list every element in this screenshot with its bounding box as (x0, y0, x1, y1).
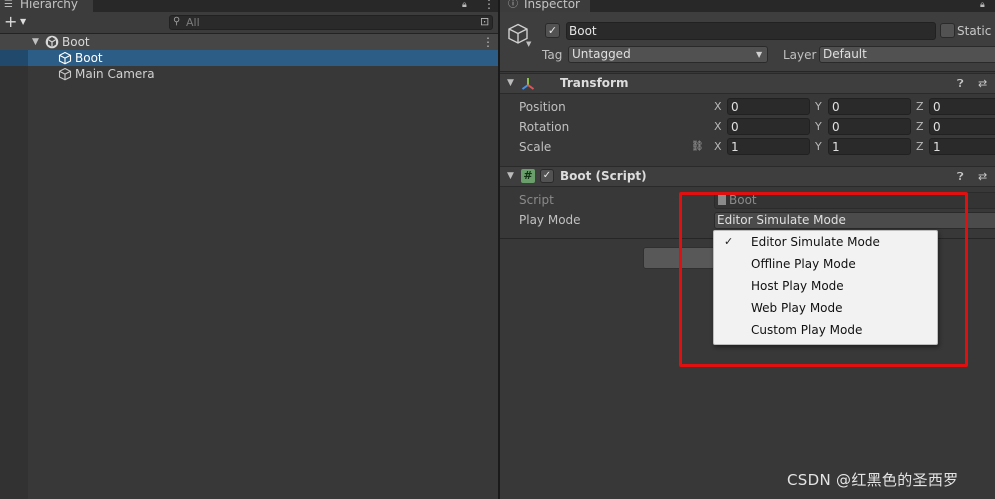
layer-label: Layer (783, 48, 817, 62)
lock-icon[interactable]: 🔒︎ (462, 0, 467, 10)
chevron-down-icon[interactable]: ▼ (507, 75, 514, 92)
transform-title: Transform (560, 76, 629, 90)
tag-label: Tag (542, 48, 563, 62)
rotation-z-field[interactable] (929, 118, 995, 135)
scale-x-field[interactable] (727, 138, 810, 155)
help-icon[interactable]: ❓︎ (957, 75, 964, 92)
axis-z-label[interactable]: Z (916, 118, 924, 136)
transform-axes-icon (520, 76, 536, 92)
gameobject-cube-icon (58, 67, 72, 81)
plus-icon[interactable]: + (4, 13, 17, 31)
more-icon[interactable]: ⋮ (483, 0, 495, 11)
axis-x-label[interactable]: X (714, 118, 722, 136)
more-icon[interactable]: ⋮ (482, 34, 494, 50)
hierarchy-search-input[interactable] (186, 15, 466, 30)
chevron-down-icon[interactable]: ▼ (507, 168, 514, 185)
lock-icon[interactable]: 🔒︎ (980, 0, 985, 10)
hierarchy-item-main-camera[interactable]: Main Camera (75, 66, 155, 82)
scale-z-field[interactable] (929, 138, 995, 155)
selection-gutter (0, 50, 28, 66)
highlight-annotation-box (679, 192, 968, 367)
script-component-title: Boot (Script) (560, 169, 647, 183)
checkmark-icon: ✓ (547, 24, 558, 37)
axis-z-label[interactable]: Z (916, 138, 924, 156)
gameobject-header (500, 12, 995, 72)
hierarchy-list-icon: ☰ (4, 0, 13, 10)
rotation-y-field[interactable] (828, 118, 911, 135)
unity-scene-icon (45, 35, 59, 49)
hierarchy-gutter (0, 34, 28, 499)
axis-y-label[interactable]: Y (815, 118, 822, 136)
search-icon: ⚲ (173, 16, 181, 27)
checkmark-icon: ✓ (542, 170, 552, 181)
chevron-down-icon[interactable]: ▼ (20, 16, 26, 28)
position-y-field[interactable] (828, 98, 911, 115)
chevron-down-icon[interactable]: ▼ (32, 34, 39, 50)
gameobject-cube-icon (58, 51, 72, 65)
chevron-down-icon[interactable]: ▼ (526, 40, 531, 48)
layer-value: Default (823, 47, 867, 61)
scale-label: Scale (519, 140, 552, 154)
axis-y-label[interactable]: Y (815, 138, 822, 156)
position-x-field[interactable] (727, 98, 810, 115)
axis-y-label[interactable]: Y (815, 98, 822, 116)
active-checkbox[interactable]: ✓ (545, 23, 560, 38)
presets-icon[interactable]: ⇄ (978, 75, 987, 92)
script-hash-icon: # (521, 169, 535, 183)
inspector-tab-label: Inspector (524, 0, 580, 11)
rotation-label: Rotation (519, 120, 570, 134)
chevron-down-icon: ▼ (756, 50, 763, 59)
link-icon[interactable]: ⛓︎ (691, 139, 704, 155)
axis-x-label[interactable]: X (714, 138, 722, 156)
static-checkbox[interactable] (940, 23, 955, 38)
hierarchy-content (0, 34, 498, 499)
script-label: Script (519, 193, 554, 207)
script-enabled-checkbox[interactable]: ✓ (540, 169, 554, 183)
rotation-x-field[interactable] (727, 118, 810, 135)
help-icon[interactable]: ❓︎ (957, 168, 964, 185)
axis-x-label[interactable]: X (714, 98, 722, 116)
position-z-field[interactable] (929, 98, 995, 115)
play-mode-label: Play Mode (519, 213, 581, 227)
hierarchy-tab-label: Hierarchy (20, 0, 79, 11)
search-by-type-icon[interactable]: ⊡ (480, 15, 489, 29)
axis-z-label[interactable]: Z (916, 98, 924, 116)
hierarchy-item-label: Boot (75, 51, 103, 65)
position-label: Position (519, 100, 566, 114)
watermark: CSDN @红黑色的圣西罗 (787, 471, 959, 489)
scale-y-field[interactable] (828, 138, 911, 155)
static-label: Static (957, 24, 992, 38)
gameobject-name-field[interactable] (566, 22, 936, 40)
info-icon: ⓘ (508, 0, 518, 10)
presets-icon[interactable]: ⇄ (978, 168, 987, 185)
scene-name: Boot (62, 35, 90, 49)
tag-value: Untagged (572, 47, 631, 61)
